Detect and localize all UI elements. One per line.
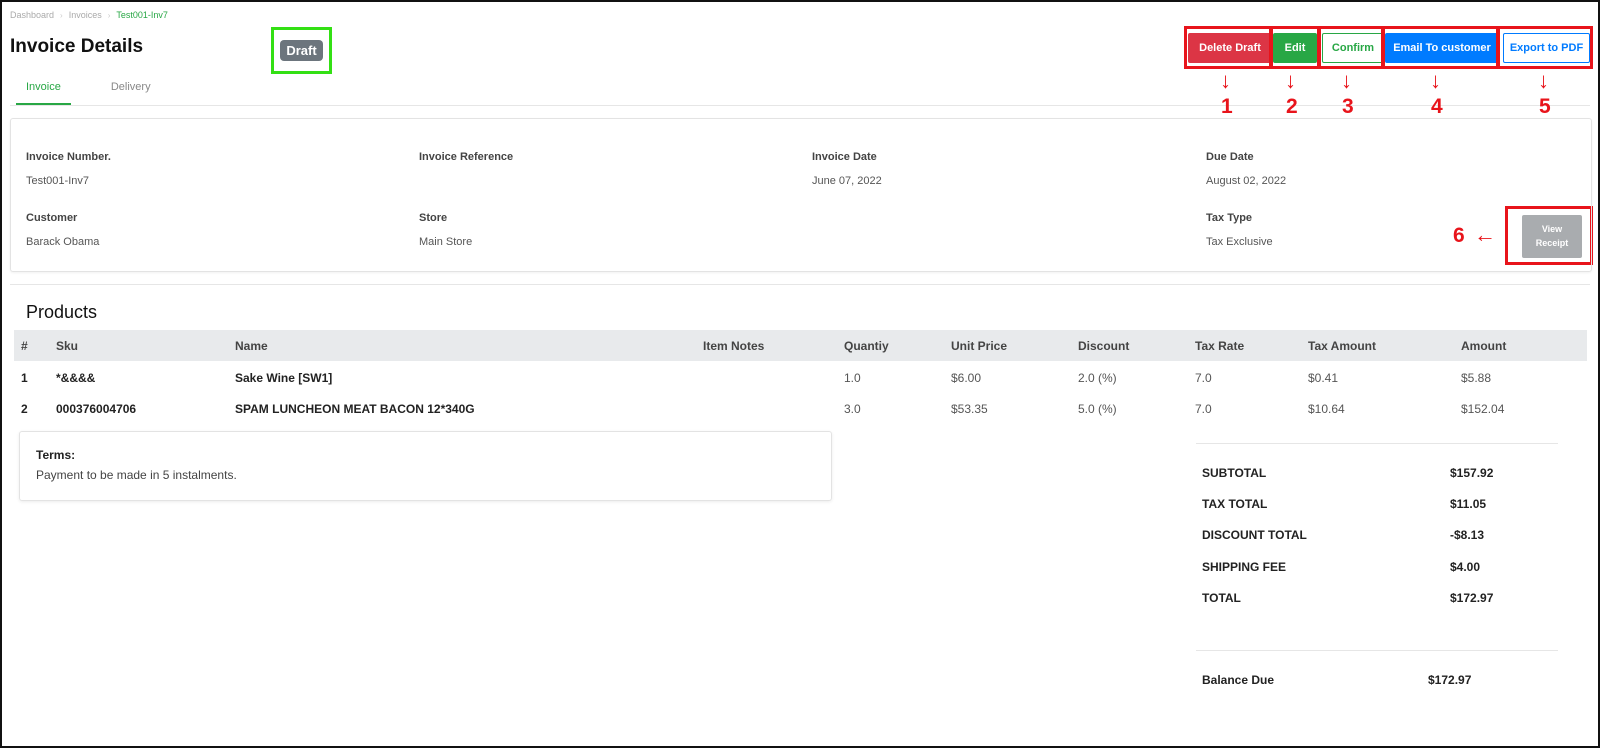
field-customer: Customer Barack Obama	[26, 212, 99, 248]
subtotal-value: $157.92	[1450, 466, 1494, 480]
cell-quantity: 1.0	[844, 371, 861, 385]
discount-total-label: DISCOUNT TOTAL	[1202, 528, 1307, 542]
cell-sku: *&&&&	[56, 371, 96, 385]
tab-invoice[interactable]: Invoice	[16, 75, 71, 105]
field-value: Barack Obama	[26, 236, 100, 248]
field-invoice-number: Invoice Number. Test001-Inv7	[26, 151, 111, 187]
breadcrumb-separator-icon: ›	[107, 10, 111, 20]
field-label: Invoice Reference	[419, 151, 514, 163]
cell-index: 1	[21, 371, 28, 385]
field-label: Due Date	[1206, 151, 1254, 163]
cell-tax-amount: $10.64	[1308, 402, 1345, 416]
totals-divider	[1196, 443, 1558, 444]
arrow-down-icon: ↓	[1430, 68, 1441, 93]
view-receipt-label-line2: Receipt	[1535, 237, 1569, 248]
view-receipt-button[interactable]: View Receipt	[1522, 215, 1582, 258]
breadcrumb: Dashboard › Invoices › Test001-Inv7	[10, 10, 168, 20]
field-label: Customer	[26, 212, 78, 224]
breadcrumb-invoices[interactable]: Invoices	[69, 10, 102, 20]
cell-index: 2	[21, 402, 28, 416]
field-store: Store Main Store	[419, 212, 472, 248]
annotation-box-1	[1184, 26, 1272, 69]
field-due-date: Due Date August 02, 2022	[1206, 151, 1286, 187]
tax-total-value: $11.05	[1450, 497, 1487, 511]
column-header-unit-price: Unit Price	[951, 339, 1008, 353]
field-value: June 07, 2022	[812, 175, 882, 187]
cell-tax-rate: 7.0	[1195, 402, 1212, 416]
breadcrumb-separator-icon: ›	[60, 10, 63, 20]
tab-delivery[interactable]: Delivery	[101, 75, 161, 105]
total-label: TOTAL	[1202, 591, 1241, 605]
column-header-amount: Amount	[1461, 339, 1507, 353]
field-tax-type: Tax Type Tax Exclusive	[1206, 212, 1273, 248]
terms-body: Payment to be made in 5 instalments.	[36, 468, 237, 482]
subtotal-label: SUBTOTAL	[1202, 466, 1267, 480]
field-value: Test001-Inv7	[26, 175, 89, 187]
terms-card: Terms: Payment to be made in 5 instalmen…	[19, 431, 832, 501]
annotation-box-3	[1318, 26, 1384, 69]
field-value: Tax Exclusive	[1206, 236, 1273, 248]
cell-amount: $152.04	[1461, 402, 1505, 416]
field-label: Invoice Number.	[26, 151, 111, 163]
arrow-down-icon: ↓	[1220, 68, 1231, 93]
section-divider	[10, 284, 1590, 285]
field-invoice-reference: Invoice Reference	[419, 151, 513, 175]
column-header-tax-amount: Tax Amount	[1308, 339, 1376, 353]
annotation-number-5: 5	[1539, 95, 1551, 118]
status-badge: Draft	[280, 40, 323, 61]
arrow-down-icon: ↓	[1538, 68, 1549, 93]
totals-divider	[1196, 650, 1558, 651]
field-value: August 02, 2022	[1206, 175, 1287, 187]
field-invoice-date: Invoice Date June 07, 2022	[812, 151, 882, 187]
annotation-number-4: 4	[1431, 95, 1443, 118]
cell-discount: 5.0 (%)	[1078, 402, 1117, 416]
shipping-fee-label: SHIPPING FEE	[1202, 560, 1287, 574]
field-label: Tax Type	[1206, 212, 1253, 224]
tax-total-label: TAX TOTAL	[1202, 497, 1268, 511]
breadcrumb-dashboard[interactable]: Dashboard	[10, 10, 54, 20]
cell-unit-price: $6.00	[951, 371, 982, 385]
balance-due-value: $172.97	[1428, 673, 1472, 687]
cell-tax-rate: 7.0	[1195, 371, 1212, 385]
breadcrumb-current: Test001-Inv7	[116, 10, 168, 20]
cell-name: SPAM LUNCHEON MEAT BACON 12*340G	[235, 402, 475, 416]
column-header-quantity: Quantiy	[844, 339, 889, 353]
column-header-tax-rate: Tax Rate	[1195, 339, 1245, 353]
page-title: Invoice Details	[10, 36, 144, 57]
products-heading: Products	[26, 302, 98, 322]
discount-total-value: -$8.13	[1450, 528, 1485, 542]
invoice-info-card	[10, 118, 1592, 272]
arrow-down-icon: ↓	[1341, 68, 1352, 93]
field-label: Invoice Date	[812, 151, 877, 163]
cell-name: Sake Wine [SW1]	[235, 371, 333, 385]
arrow-down-icon: ↓	[1285, 68, 1296, 93]
view-receipt-label-line1: View	[1541, 224, 1563, 234]
cell-sku: 000376004706	[56, 402, 137, 416]
column-header-item-notes: Item Notes	[703, 339, 765, 353]
cell-tax-amount: $0.41	[1308, 371, 1339, 385]
cell-quantity: 3.0	[844, 402, 861, 416]
annotation-number-1: 1	[1221, 95, 1233, 118]
cell-unit-price: $53.35	[951, 402, 988, 416]
annotation-box-2	[1270, 26, 1320, 69]
annotation-box-5	[1497, 26, 1593, 69]
balance-due-label: Balance Due	[1202, 673, 1275, 687]
tab-bar: Invoice Delivery	[16, 75, 161, 105]
column-header-discount: Discount	[1078, 339, 1130, 353]
total-value: $172.97	[1450, 591, 1494, 605]
field-value: Main Store	[419, 236, 473, 248]
terms-title: Terms:	[36, 448, 76, 462]
annotation-number-2: 2	[1286, 95, 1298, 118]
annotation-number-3: 3	[1342, 95, 1354, 118]
field-label: Store	[419, 212, 448, 224]
column-header-name: Name	[235, 339, 268, 353]
column-header-sku: Sku	[56, 339, 79, 353]
status-badge-highlight: Draft	[271, 27, 332, 74]
shipping-fee-value: $4.00	[1450, 560, 1481, 574]
cell-amount: $5.88	[1461, 371, 1492, 385]
annotation-box-4	[1382, 26, 1499, 69]
cell-discount: 2.0 (%)	[1078, 371, 1117, 385]
column-header-index: #	[21, 339, 28, 353]
